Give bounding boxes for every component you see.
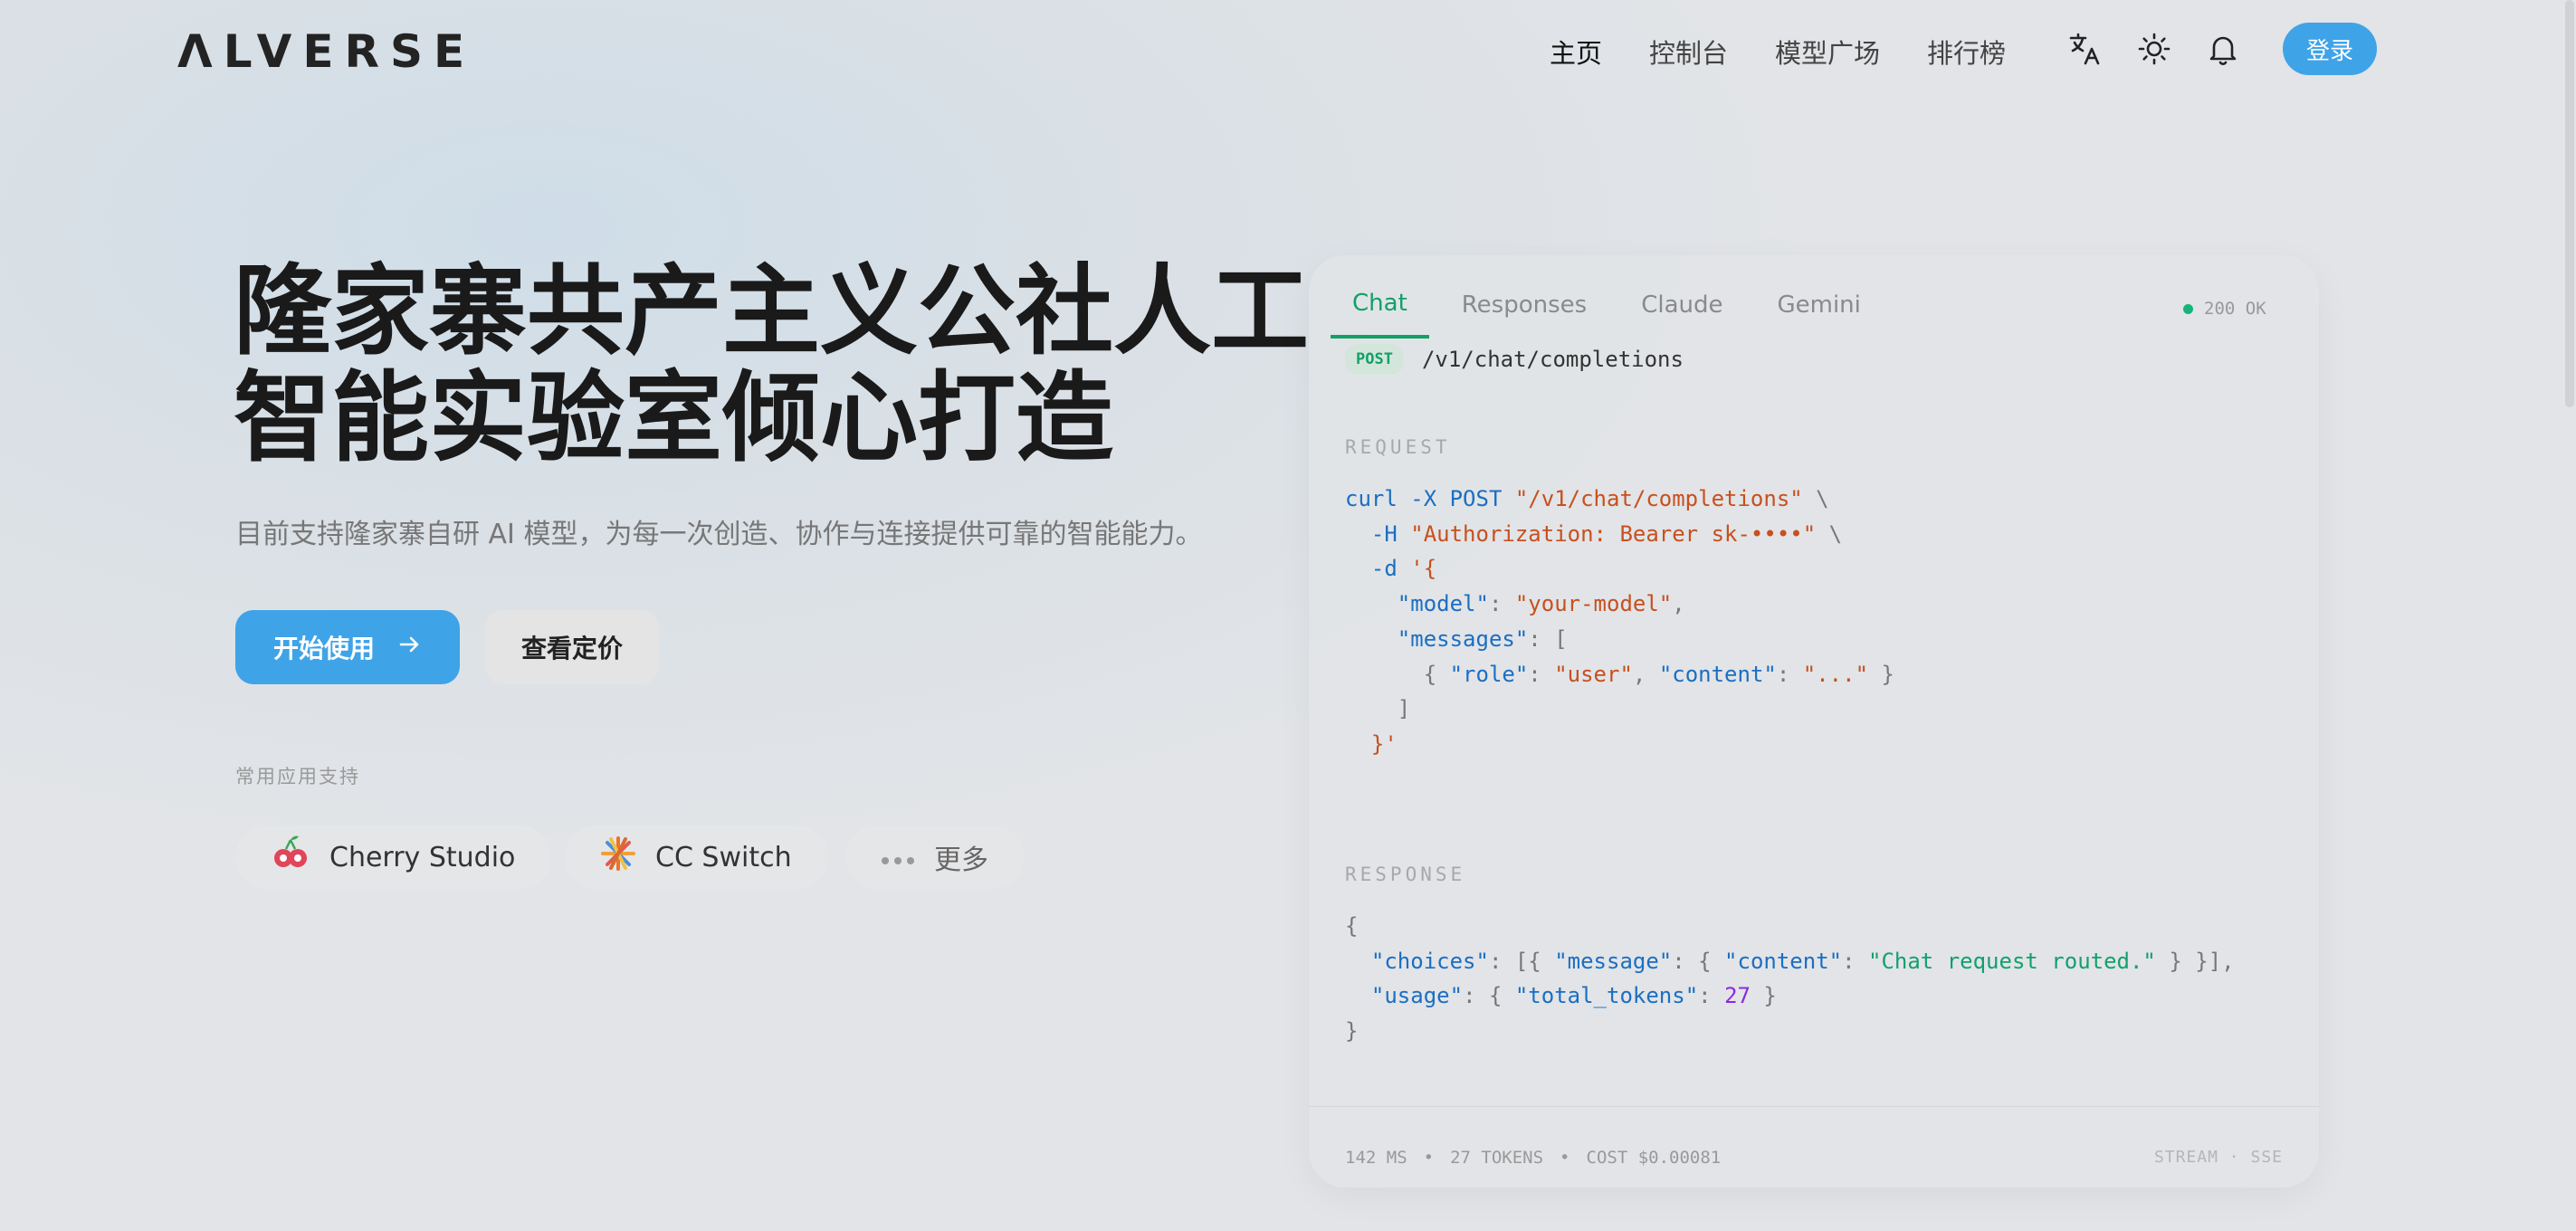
tab-claude[interactable]: Claude	[1619, 272, 1744, 339]
tokens-stat: 27 TOKENS	[1450, 1148, 1544, 1168]
request-code-block: curl -X POST "/v1/chat/completions" \ -H…	[1345, 486, 1894, 757]
logo[interactable]: ΛLVERSE	[177, 25, 475, 78]
separator-dot: •	[1423, 1148, 1435, 1168]
status-dot-icon	[2183, 303, 2193, 314]
page-scrollbar[interactable]	[2565, 0, 2574, 407]
hero-title-line-1: 隆家寨共产主义公社人工	[234, 255, 1310, 368]
api-tabs: Chat Responses Claude Gemini	[1331, 272, 1894, 339]
api-code-panel: Chat Responses Claude Gemini 200 OK POST…	[1309, 255, 2319, 1188]
cost-stat: COST $0.00081	[1586, 1148, 1722, 1168]
translate-icon[interactable]	[2066, 29, 2105, 69]
top-header: ΛLVERSE 主页 控制台 模型广场 排行榜 登录	[0, 0, 2576, 101]
panel-footer-stats: 142 MS • 27 TOKENS • COST $0.00081	[1345, 1148, 1721, 1168]
status-text: 200 OK	[2204, 299, 2266, 319]
tab-gemini[interactable]: Gemini	[1755, 272, 1882, 339]
apps-label: 常用应用支持	[235, 766, 360, 787]
response-label: RESPONSE	[1345, 864, 1466, 885]
cherry-icon	[270, 833, 311, 882]
arrow-right-icon	[396, 632, 422, 663]
status-indicator: 200 OK	[2183, 275, 2266, 342]
nav-home[interactable]: 主页	[1550, 33, 1602, 71]
latency-stat: 142 MS	[1345, 1148, 1407, 1168]
tab-responses[interactable]: Responses	[1440, 272, 1608, 339]
bell-icon[interactable]	[2203, 29, 2243, 69]
nav-leaderboard[interactable]: 排行榜	[1927, 33, 2006, 71]
app-chip-label: Cherry Studio	[329, 841, 516, 873]
endpoint: POST /v1/chat/completions	[1345, 344, 1684, 375]
starburst-icon	[599, 835, 637, 880]
response-code-block: { "choices": [{ "message": { "content": …	[1345, 913, 2235, 1045]
separator-dot: •	[1560, 1148, 1570, 1168]
nav-console[interactable]: 控制台	[1649, 33, 1728, 71]
get-started-label: 开始使用	[272, 635, 375, 663]
hero-title-line-2: 智能实验室倾心打造	[234, 362, 1114, 475]
panel-divider	[1309, 1106, 2319, 1107]
sun-icon[interactable]	[2134, 29, 2174, 69]
hero-subtitle: 目前支持隆家寨自研 AI 模型，为每一次创造、协作与连接提供可靠的智能能力。	[235, 519, 1203, 550]
main-nav: 主页 控制台 模型广场 排行榜	[1550, 33, 2006, 71]
app-chip-more[interactable]: 更多	[845, 825, 1025, 889]
endpoint-path: /v1/chat/completions	[1421, 347, 1684, 372]
method-badge: POST	[1345, 344, 1404, 375]
app-chip-cc-switch[interactable]: CC Switch	[565, 825, 828, 889]
view-pricing-button[interactable]: 查看定价	[485, 610, 659, 684]
more-dots-icon	[880, 842, 916, 873]
app-chip-label: 更多	[934, 845, 988, 876]
stream-mode: STREAM · SSE	[2153, 1148, 2283, 1167]
login-button[interactable]: 登录	[2283, 23, 2377, 75]
app-chip-label: CC Switch	[655, 841, 792, 873]
tab-chat[interactable]: Chat	[1331, 272, 1429, 339]
get-started-button[interactable]: 开始使用	[235, 610, 460, 684]
request-label: REQUEST	[1345, 436, 1451, 458]
hero-title: 隆家寨共产主义公社人工 智能实验室倾心打造	[234, 255, 1310, 475]
app-chip-cherry-studio[interactable]: Cherry Studio	[235, 825, 552, 889]
nav-model-square[interactable]: 模型广场	[1775, 33, 1880, 71]
